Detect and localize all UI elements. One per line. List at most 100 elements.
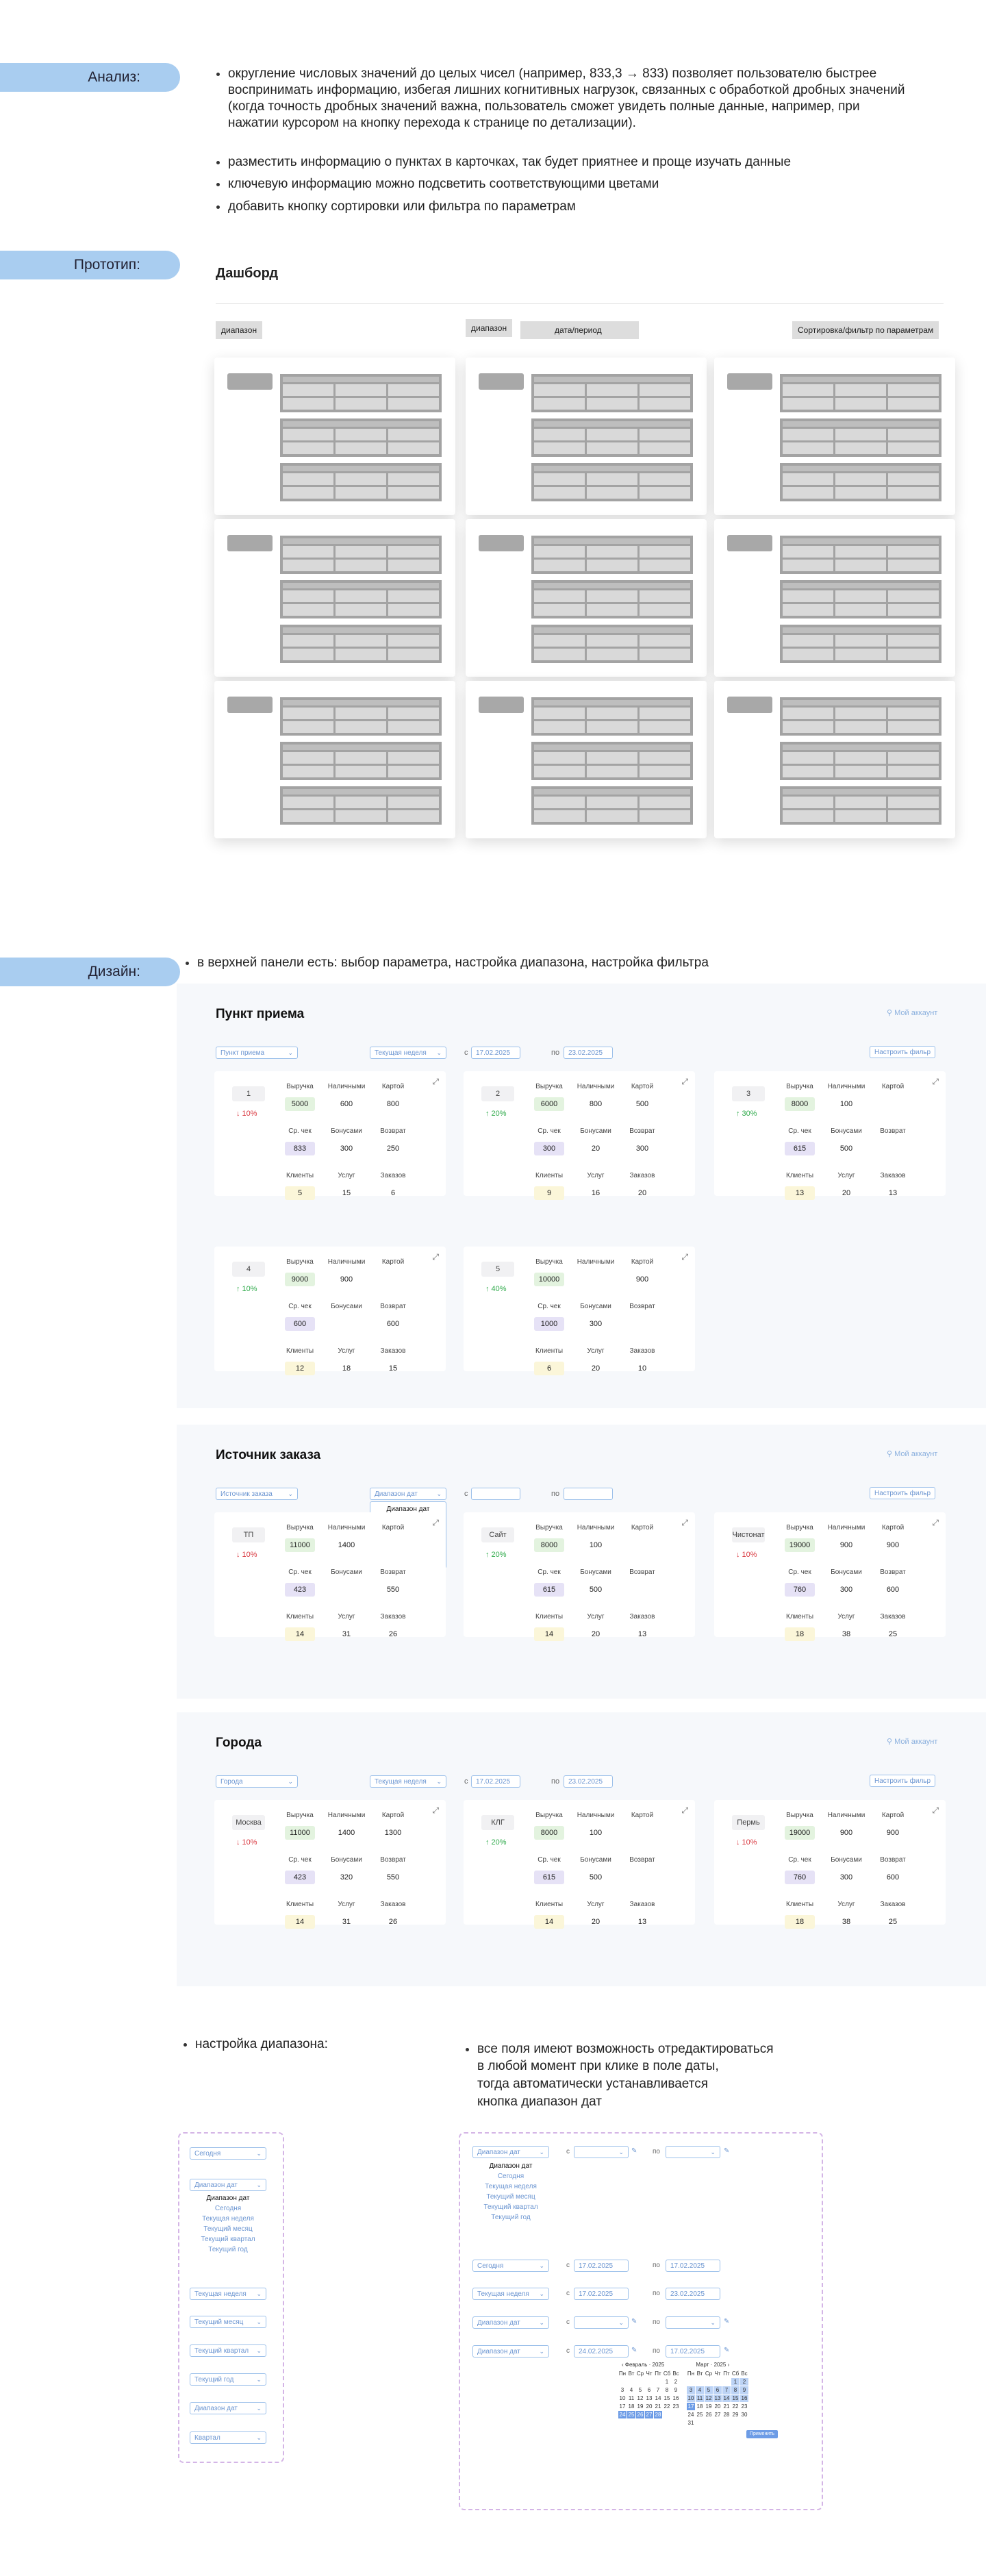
date-from-field[interactable]: ⌄ <box>574 2316 629 2329</box>
range-option-select[interactable]: Сегодня ⌄ <box>190 2147 266 2160</box>
calendar-day[interactable] <box>645 2419 653 2427</box>
calendar-day[interactable] <box>672 2419 680 2427</box>
range-select[interactable]: Сегодня ⌄ <box>472 2260 549 2272</box>
date-from-field[interactable]: 17.02.2025 <box>471 1047 520 1059</box>
range-menu-item[interactable]: Текущая неделя <box>472 2181 549 2192</box>
calendar-day[interactable]: 12 <box>705 2394 713 2402</box>
date-to-field[interactable]: 23.02.2025 <box>564 1775 613 1788</box>
calendar-day[interactable]: 21 <box>654 2403 662 2410</box>
calendar-day[interactable]: 22 <box>731 2403 740 2410</box>
calendar-day[interactable] <box>654 2378 662 2386</box>
calendar-day[interactable]: 16 <box>740 2394 748 2402</box>
account-link[interactable]: ⚲ Мой аккаунт <box>887 1737 937 1746</box>
date-from-field[interactable]: 24.02.2025 <box>574 2345 629 2358</box>
calendar-day[interactable]: 17 <box>687 2403 695 2410</box>
calendar-day[interactable]: 19 <box>705 2403 713 2410</box>
calendar-day[interactable]: 28 <box>654 2411 662 2418</box>
calendar-day[interactable]: 18 <box>627 2403 635 2410</box>
edit-icon[interactable]: ✎ <box>631 2147 637 2155</box>
month-next[interactable]: Март · 2025 › <box>696 2362 729 2368</box>
date-to-field[interactable]: 23.02.2025 <box>666 2288 720 2300</box>
filter-button[interactable]: Настроить фильр <box>870 1046 936 1058</box>
calendar-day[interactable] <box>740 2419 748 2427</box>
calendar-day[interactable] <box>687 2378 695 2386</box>
expand-icon[interactable]: ⤢ <box>681 1252 688 1262</box>
calendar-day[interactable] <box>627 2378 635 2386</box>
calendar-day[interactable]: 9 <box>672 2386 680 2394</box>
account-link[interactable]: ⚲ Мой аккаунт <box>887 1008 937 1017</box>
expand-icon[interactable]: ⤢ <box>432 1252 439 1262</box>
calendar-day[interactable]: 15 <box>731 2394 740 2402</box>
calendar-day[interactable] <box>705 2419 713 2427</box>
date-from-field[interactable]: 17.02.2025 <box>574 2288 629 2300</box>
parameter-select[interactable]: Города ⌄ <box>216 1775 298 1788</box>
range-menu-item[interactable]: Текущий квартал <box>472 2202 549 2212</box>
proto-sort-button[interactable]: Сортировка/фильтр по параметрам <box>792 321 939 339</box>
calendar-day[interactable]: 8 <box>731 2386 740 2394</box>
calendar-day[interactable]: 12 <box>636 2394 644 2402</box>
range-setup-menu-item[interactable]: Сегодня <box>190 2203 266 2214</box>
calendar-day[interactable]: 17 <box>618 2403 627 2410</box>
calendar-day[interactable]: 2 <box>740 2378 748 2386</box>
calendar-day[interactable]: 29 <box>731 2411 740 2418</box>
expand-icon[interactable]: ⤢ <box>432 1518 439 1528</box>
range-option-select[interactable]: Текущий год ⌄ <box>190 2373 266 2386</box>
range-menu-item[interactable]: Текущий месяц <box>472 2192 549 2202</box>
proto-date-button[interactable]: дата/период <box>520 321 639 339</box>
calendar-day[interactable]: 30 <box>740 2411 748 2418</box>
calendar-day[interactable]: 21 <box>722 2403 731 2410</box>
calendar-day[interactable]: 24 <box>618 2411 627 2418</box>
calendar-day[interactable]: 7 <box>722 2386 731 2394</box>
range-option-select[interactable]: Текущий месяц ⌄ <box>190 2316 266 2328</box>
calendar-day[interactable]: 16 <box>672 2394 680 2402</box>
calendar-day[interactable] <box>672 2411 680 2418</box>
calendar-day[interactable] <box>722 2419 731 2427</box>
range-option-select[interactable]: Текущая неделя ⌄ <box>190 2288 266 2300</box>
calendar-day[interactable]: 5 <box>705 2386 713 2394</box>
range-setup-menu-item[interactable]: Диапазон дат <box>190 2193 266 2203</box>
calendar-day[interactable]: 11 <box>696 2394 704 2402</box>
range-option-select[interactable]: Диапазон дат ⌄ <box>190 2402 266 2414</box>
calendar-day[interactable]: 14 <box>722 2394 731 2402</box>
calendar-day[interactable]: 20 <box>645 2403 653 2410</box>
calendar-day[interactable]: 9 <box>740 2386 748 2394</box>
edit-icon[interactable]: ✎ <box>724 2147 729 2155</box>
calendar-day[interactable]: 6 <box>645 2386 653 2394</box>
proto-range-button[interactable]: диапазон <box>216 321 263 339</box>
calendar-day[interactable]: 4 <box>627 2386 635 2394</box>
date-from-field[interactable]: 17.02.2025 <box>574 2260 629 2272</box>
date-to-field[interactable]: 23.02.2025 <box>564 1047 613 1059</box>
parameter-select[interactable]: Источник заказа ⌄ <box>216 1488 298 1500</box>
apply-button[interactable]: Применить <box>746 2430 778 2438</box>
range-menu-item[interactable]: Текущий год <box>472 2212 549 2223</box>
calendar-day[interactable]: 22 <box>663 2403 671 2410</box>
date-to-field[interactable]: 17.02.2025 <box>666 2345 720 2358</box>
range-select[interactable]: Диапазон дат ⌄ <box>370 1488 446 1500</box>
calendar-day[interactable]: 15 <box>663 2394 671 2402</box>
filter-button[interactable]: Настроить фильр <box>870 1775 936 1787</box>
range-select[interactable]: Текущая неделя ⌄ <box>472 2288 549 2300</box>
calendar-day[interactable] <box>713 2378 722 2386</box>
calendar-day[interactable]: 11 <box>627 2394 635 2402</box>
calendar-day[interactable]: 3 <box>687 2386 695 2394</box>
date-from-field[interactable]: ⌄ <box>574 2146 629 2158</box>
range-option-select[interactable]: Текущий квартал ⌄ <box>190 2344 266 2357</box>
expand-icon[interactable]: ⤢ <box>681 1077 688 1087</box>
account-link[interactable]: ⚲ Мой аккаунт <box>887 1449 937 1458</box>
calendar-day[interactable]: 27 <box>645 2411 653 2418</box>
date-to-field[interactable]: ⌄ <box>666 2146 720 2158</box>
calendar-day[interactable]: 28 <box>722 2411 731 2418</box>
calendar-day[interactable]: 7 <box>654 2386 662 2394</box>
range-select[interactable]: Диапазон дат ⌄ <box>472 2316 549 2329</box>
calendar-day[interactable]: 4 <box>696 2386 704 2394</box>
range-menu-item[interactable]: Сегодня <box>472 2171 549 2181</box>
calendar-day[interactable]: 20 <box>713 2403 722 2410</box>
calendar-day[interactable]: 10 <box>618 2394 627 2402</box>
calendar-day[interactable]: 10 <box>687 2394 695 2402</box>
calendar-day[interactable] <box>618 2419 627 2427</box>
calendar-day[interactable]: 23 <box>672 2403 680 2410</box>
edit-icon[interactable]: ✎ <box>724 2318 729 2325</box>
calendar-day[interactable]: 26 <box>636 2411 644 2418</box>
calendar-day[interactable]: 27 <box>713 2411 722 2418</box>
expand-icon[interactable]: ⤢ <box>432 1805 439 1816</box>
